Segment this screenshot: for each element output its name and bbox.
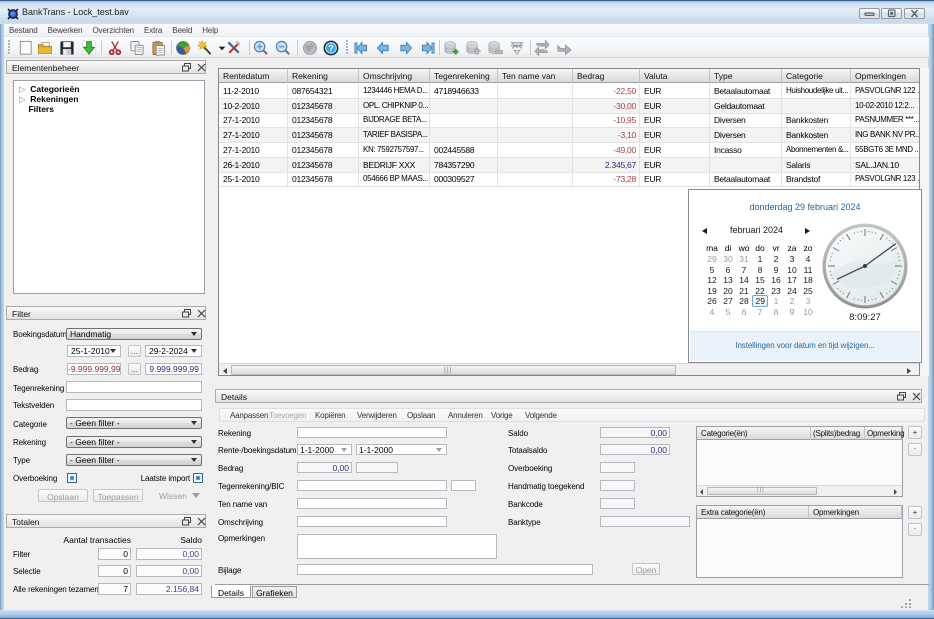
svg-text:?: ? (328, 42, 334, 53)
